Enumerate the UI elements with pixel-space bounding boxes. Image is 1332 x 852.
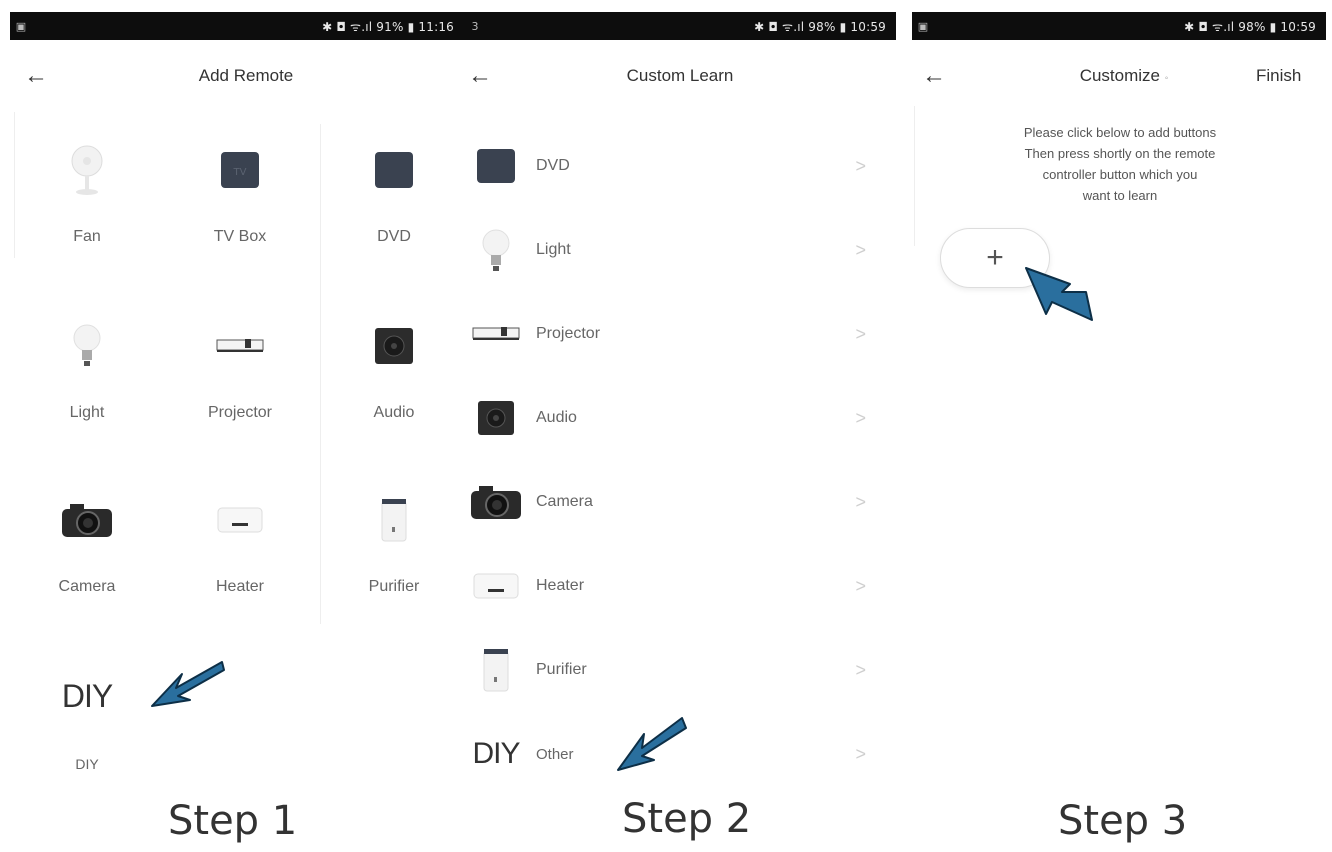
chevron-right-icon: > bbox=[855, 155, 866, 176]
status-left-icon: ▣ bbox=[917, 19, 929, 33]
app-header: ← Custom Learn bbox=[460, 52, 890, 100]
remote-type-purifier[interactable]: Purifier bbox=[329, 490, 459, 596]
remote-type-diy[interactable]: DIY DIY bbox=[22, 666, 152, 773]
list-item-camera[interactable]: Camera > bbox=[466, 460, 876, 544]
dvd-icon bbox=[466, 148, 526, 184]
camera-icon bbox=[466, 483, 526, 521]
light-bulb-icon bbox=[22, 316, 152, 376]
remote-type-dvd[interactable]: DVD bbox=[329, 140, 459, 246]
page-title: Customize ◦ bbox=[1054, 66, 1194, 86]
status-indicators: ✱ ◘ ᯤ.ıl 98% ▮ 10:59 bbox=[754, 19, 886, 34]
list-item-label: Audio bbox=[536, 409, 577, 426]
list-item-label: DVD bbox=[536, 157, 570, 174]
purifier-icon bbox=[466, 647, 526, 693]
remote-type-label: Light bbox=[69, 404, 105, 421]
column-divider bbox=[320, 124, 321, 624]
panel-edge bbox=[14, 112, 15, 258]
list-item-light[interactable]: Light > bbox=[466, 208, 876, 292]
list-item-label: Other bbox=[536, 745, 574, 763]
back-arrow-icon[interactable]: ← bbox=[16, 62, 56, 90]
remote-type-label: DIY bbox=[75, 756, 99, 772]
app-header: ← Customize ◦ Finish bbox=[914, 52, 1324, 100]
page-title-text: Customize bbox=[1079, 66, 1161, 85]
heater-icon bbox=[466, 571, 526, 601]
list-item-label: Light bbox=[536, 241, 571, 258]
list-item-dvd[interactable]: DVD > bbox=[466, 124, 876, 208]
projector-icon bbox=[175, 316, 305, 376]
page-title: Custom Learn bbox=[626, 66, 734, 85]
title-dropdown-icon[interactable]: ◦ bbox=[1165, 73, 1169, 84]
status-left-icon: ▣ bbox=[15, 19, 27, 33]
step-label: Step 1 bbox=[168, 798, 298, 844]
remote-type-projector[interactable]: Projector bbox=[175, 316, 305, 422]
finish-button[interactable]: Finish bbox=[1256, 66, 1301, 86]
heater-icon bbox=[175, 490, 305, 550]
list-item-label: Projector bbox=[536, 325, 601, 342]
remote-type-label: DVD bbox=[377, 228, 411, 245]
projector-icon bbox=[466, 324, 526, 344]
chevron-right-icon: > bbox=[855, 491, 866, 512]
status-bar: 3 ✱ ◘ ᯤ.ıl 98% ▮ 10:59 bbox=[464, 12, 896, 40]
status-bar: ▣ ✱ ◘ ᯤ.ıl 98% ▮ 10:59 bbox=[912, 12, 1326, 40]
remote-type-label: Fan bbox=[73, 228, 101, 245]
chevron-right-icon: > bbox=[855, 323, 866, 344]
camera-icon bbox=[22, 490, 152, 550]
instruction-line: Please click below to add buttons bbox=[1023, 125, 1217, 140]
back-arrow-icon[interactable]: ← bbox=[914, 62, 954, 90]
remote-type-audio[interactable]: Audio bbox=[329, 316, 459, 422]
chevron-right-icon: > bbox=[855, 407, 866, 428]
dvd-icon bbox=[329, 140, 459, 200]
remote-type-label: Projector bbox=[207, 404, 273, 421]
remote-type-camera[interactable]: Camera bbox=[22, 490, 152, 596]
back-arrow-icon[interactable]: ← bbox=[460, 62, 500, 90]
tv-box-icon: TV bbox=[175, 140, 305, 200]
remote-type-light[interactable]: Light bbox=[22, 316, 152, 422]
list-item-label: Camera bbox=[536, 493, 593, 510]
instruction-line: Then press shortly on the remote bbox=[1024, 146, 1216, 161]
light-bulb-icon bbox=[466, 227, 526, 273]
page-title: Add Remote bbox=[198, 66, 294, 85]
pointer-arrow-icon bbox=[617, 717, 687, 771]
list-item-projector[interactable]: Projector > bbox=[466, 292, 876, 376]
chevron-right-icon: > bbox=[855, 239, 866, 260]
plus-icon: + bbox=[986, 241, 1004, 274]
list-item-audio[interactable]: Audio > bbox=[466, 376, 876, 460]
instruction-line: want to learn bbox=[1082, 188, 1158, 203]
list-item-heater[interactable]: Heater > bbox=[466, 544, 876, 628]
remote-type-label: TV Box bbox=[213, 228, 267, 245]
chevron-right-icon: > bbox=[855, 659, 866, 680]
remote-type-label: Audio bbox=[373, 404, 415, 421]
remote-type-fan[interactable]: Fan bbox=[22, 140, 152, 246]
panel-edge bbox=[914, 106, 915, 246]
step-label: Step 3 bbox=[1058, 798, 1188, 844]
app-header: ← Add Remote bbox=[16, 52, 456, 100]
chevron-right-icon: > bbox=[855, 743, 866, 764]
status-indicators: ✱ ◘ ᯤ.ıl 98% ▮ 10:59 bbox=[1184, 19, 1316, 34]
list-item-label: Purifier bbox=[536, 661, 587, 678]
status-indicators: ✱ ◘ ᯤ.ıl 91% ▮ 11:16 bbox=[322, 19, 454, 34]
remote-type-label: Camera bbox=[58, 578, 116, 595]
list-item-purifier[interactable]: Purifier > bbox=[466, 628, 876, 712]
instruction-text: Please click below to add buttons Then p… bbox=[985, 122, 1255, 206]
status-bar: ▣ ✱ ◘ ᯤ.ıl 91% ▮ 11:16 bbox=[10, 12, 464, 40]
step-label: Step 2 bbox=[622, 796, 752, 842]
audio-icon bbox=[466, 400, 526, 436]
pointer-arrow-icon bbox=[151, 661, 225, 707]
status-left-icon: 3 bbox=[471, 19, 479, 33]
remote-type-heater[interactable]: Heater bbox=[175, 490, 305, 596]
diy-icon: DIY bbox=[472, 737, 520, 770]
list-item-label: Heater bbox=[536, 577, 585, 594]
audio-icon bbox=[329, 316, 459, 376]
remote-type-label: Heater bbox=[215, 578, 265, 595]
remote-type-label: Purifier bbox=[368, 578, 420, 595]
pointer-arrow-icon bbox=[1025, 267, 1093, 321]
purifier-icon bbox=[329, 490, 459, 550]
fan-icon bbox=[22, 140, 152, 200]
diy-icon: DIY bbox=[61, 677, 113, 714]
instruction-line: controller button which you bbox=[1042, 167, 1198, 182]
svg-text:TV: TV bbox=[233, 167, 247, 178]
remote-type-tv-box[interactable]: TV TV Box bbox=[175, 140, 305, 246]
chevron-right-icon: > bbox=[855, 575, 866, 596]
